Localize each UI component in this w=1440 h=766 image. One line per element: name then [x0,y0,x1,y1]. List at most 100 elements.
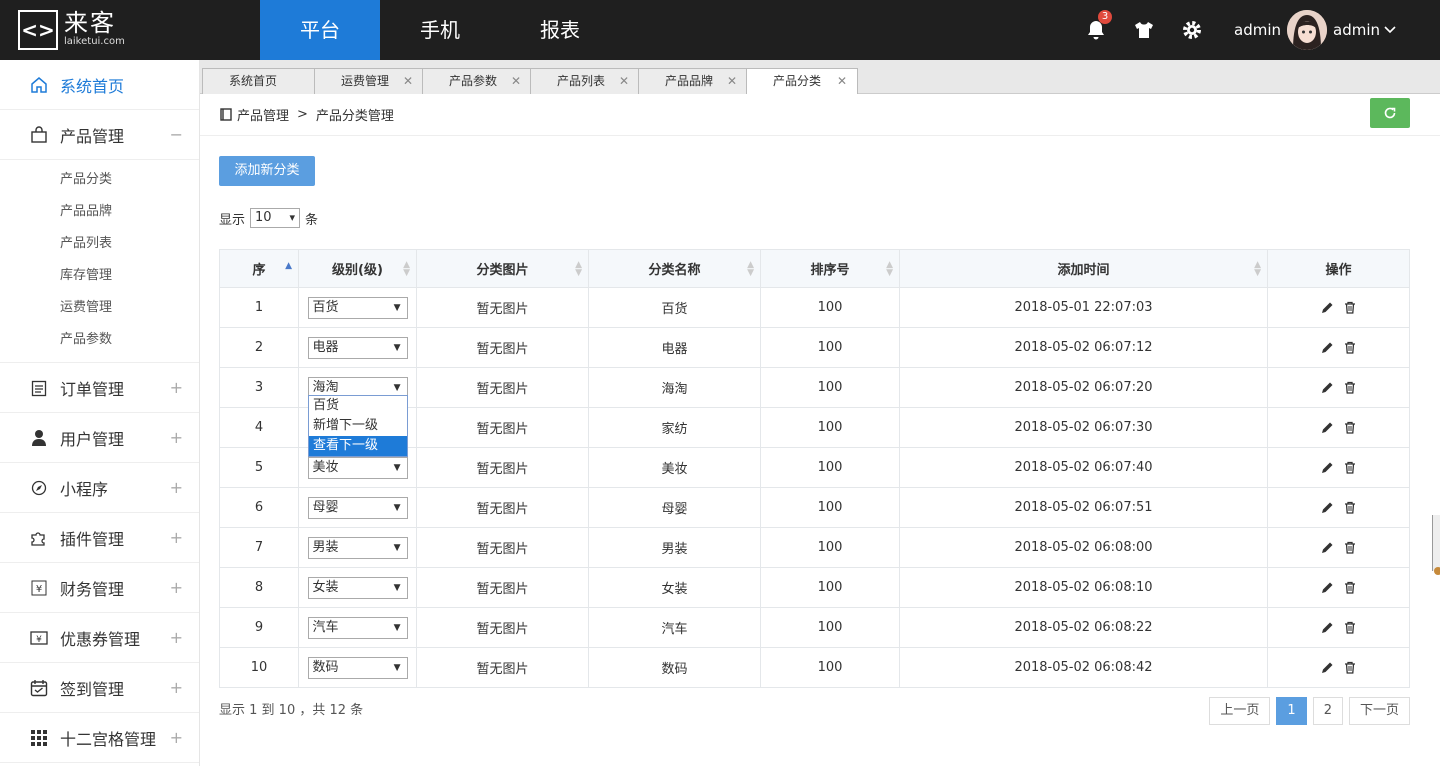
level-select[interactable]: 美妆 [307,456,408,479]
column-header-no[interactable]: 序 ▲ [219,249,299,288]
refresh-button[interactable] [1370,98,1410,128]
nav-platform[interactable]: 平台 [260,0,380,60]
expand-icon[interactable]: + [170,628,183,647]
expand-icon[interactable]: + [170,378,183,397]
sidebar-item-coupons[interactable]: ¥ 优惠券管理 + [0,613,199,663]
dropdown-option-highlighted[interactable]: 查看下一级 [309,436,407,456]
settings-button[interactable] [1168,0,1216,60]
edit-icon[interactable] [1321,461,1334,474]
edit-icon[interactable] [1321,421,1334,434]
submenu-list[interactable]: 产品列表 [0,228,199,260]
sidebar-item-product[interactable]: 产品管理 − [0,110,199,160]
breadcrumb-root[interactable]: 产品管理 [237,105,289,124]
row-image: 暂无图片 [416,327,589,368]
row-name: 汽车 [588,607,761,648]
column-header-image[interactable]: 分类图片 ▲ ▼ [416,249,589,288]
level-select[interactable]: 汽车 [307,616,408,639]
expand-icon[interactable]: + [170,678,183,697]
prev-page-button[interactable]: 上一页 [1209,697,1271,725]
close-icon[interactable]: ✕ [727,69,737,93]
level-select[interactable]: 女装 [307,576,408,599]
notification-bell[interactable]: 3 [1072,0,1120,60]
column-header-time[interactable]: 添加时间 ▲ ▼ [899,249,1268,288]
level-dropdown-menu: 百货 新增下一级 查看下一级 [308,395,408,457]
tab-freight[interactable]: 运费管理 ✕ [314,68,424,94]
edit-icon[interactable] [1321,341,1334,354]
close-icon[interactable]: ✕ [837,69,847,93]
close-icon[interactable]: ✕ [619,69,629,93]
page-2-button[interactable]: 2 [1312,697,1343,725]
submenu-category[interactable]: 产品分类 [0,164,199,196]
tab-category[interactable]: 产品分类 ✕ [746,68,858,94]
delete-icon[interactable] [1344,621,1356,634]
level-select[interactable]: 母婴 [307,496,408,519]
pagination: 上一页 1 2 下一页 [1209,697,1410,725]
edit-icon[interactable] [1321,621,1334,634]
row-image: 暂无图片 [416,647,589,688]
add-category-button[interactable]: 添加新分类 [219,156,315,186]
column-header-level[interactable]: 级别(级) ▲ ▼ [298,249,417,288]
edit-icon[interactable] [1321,381,1334,394]
delete-icon[interactable] [1344,501,1356,514]
edit-icon[interactable] [1321,501,1334,514]
delete-icon[interactable] [1344,461,1356,474]
logo[interactable]: <> 来客 laiketui.com [18,10,125,50]
row-name: 电器 [588,327,761,368]
row-no: 9 [219,607,299,648]
next-page-button[interactable]: 下一页 [1348,697,1410,725]
delete-icon[interactable] [1344,581,1356,594]
edit-icon[interactable] [1321,581,1334,594]
expand-icon[interactable]: + [170,528,183,547]
sidebar-item-home[interactable]: 系统首页 [0,60,199,110]
expand-icon[interactable]: + [170,478,183,497]
close-icon[interactable]: ✕ [403,69,413,93]
page-size-select[interactable]: 10 [250,208,301,228]
sidebar-item-label: 产品管理 [60,126,125,146]
submenu-brand[interactable]: 产品品牌 [0,196,199,228]
edit-icon[interactable] [1321,541,1334,554]
dropdown-option[interactable]: 百货 [309,396,407,416]
page-1-button[interactable]: 1 [1276,697,1307,725]
expand-icon[interactable]: + [170,578,183,597]
user-menu[interactable]: admin admin [1234,10,1396,50]
column-header-name[interactable]: 分类名称 ▲ ▼ [588,249,761,288]
edit-icon[interactable] [1321,301,1334,314]
delete-icon[interactable] [1344,301,1356,314]
level-select[interactable]: 男装 [307,536,408,559]
level-select[interactable]: 百货 [307,296,408,319]
delete-icon[interactable] [1344,661,1356,674]
collapse-icon[interactable]: − [170,125,183,144]
sidebar-item-finance[interactable]: ¥ 财务管理 + [0,563,199,613]
sidebar-item-checkin[interactable]: 签到管理 + [0,663,199,713]
delete-icon[interactable] [1344,381,1356,394]
nav-reports[interactable]: 报表 [500,0,620,60]
dropdown-option[interactable]: 新增下一级 [309,416,407,436]
column-header-sort[interactable]: 排序号 ▲ ▼ [760,249,900,288]
submenu-freight[interactable]: 运费管理 [0,292,199,324]
expand-icon[interactable]: + [170,728,183,747]
submenu-stock[interactable]: 库存管理 [0,260,199,292]
tab-params[interactable]: 产品参数 ✕ [422,68,532,94]
edit-icon[interactable] [1321,661,1334,674]
sidebar-item-orders[interactable]: 订单管理 + [0,363,199,413]
level-select[interactable]: 电器 [307,336,408,359]
sidebar-item-grid[interactable]: 十二宫格管理 + [0,713,199,763]
tab-home[interactable]: 系统首页 [202,68,316,94]
coupon-icon: ¥ [30,629,48,647]
sidebar-item-plugins[interactable]: 插件管理 + [0,513,199,563]
tab-list[interactable]: 产品列表 ✕ [530,68,640,94]
nav-mobile[interactable]: 手机 [380,0,500,60]
delete-icon[interactable] [1344,421,1356,434]
expand-icon[interactable]: + [170,428,183,447]
submenu-params[interactable]: 产品参数 [0,324,199,356]
delete-icon[interactable] [1344,541,1356,554]
sidebar-item-users[interactable]: 用户管理 + [0,413,199,463]
delete-icon[interactable] [1344,341,1356,354]
theme-button[interactable] [1120,0,1168,60]
level-select[interactable]: 数码 [307,656,408,679]
sidebar-item-miniapp[interactable]: 小程序 + [0,463,199,513]
tab-brand[interactable]: 产品品牌 ✕ [638,68,748,94]
close-icon[interactable]: ✕ [511,69,521,93]
row-image: 暂无图片 [416,407,589,448]
scrollbar-thumb[interactable] [1432,515,1440,575]
